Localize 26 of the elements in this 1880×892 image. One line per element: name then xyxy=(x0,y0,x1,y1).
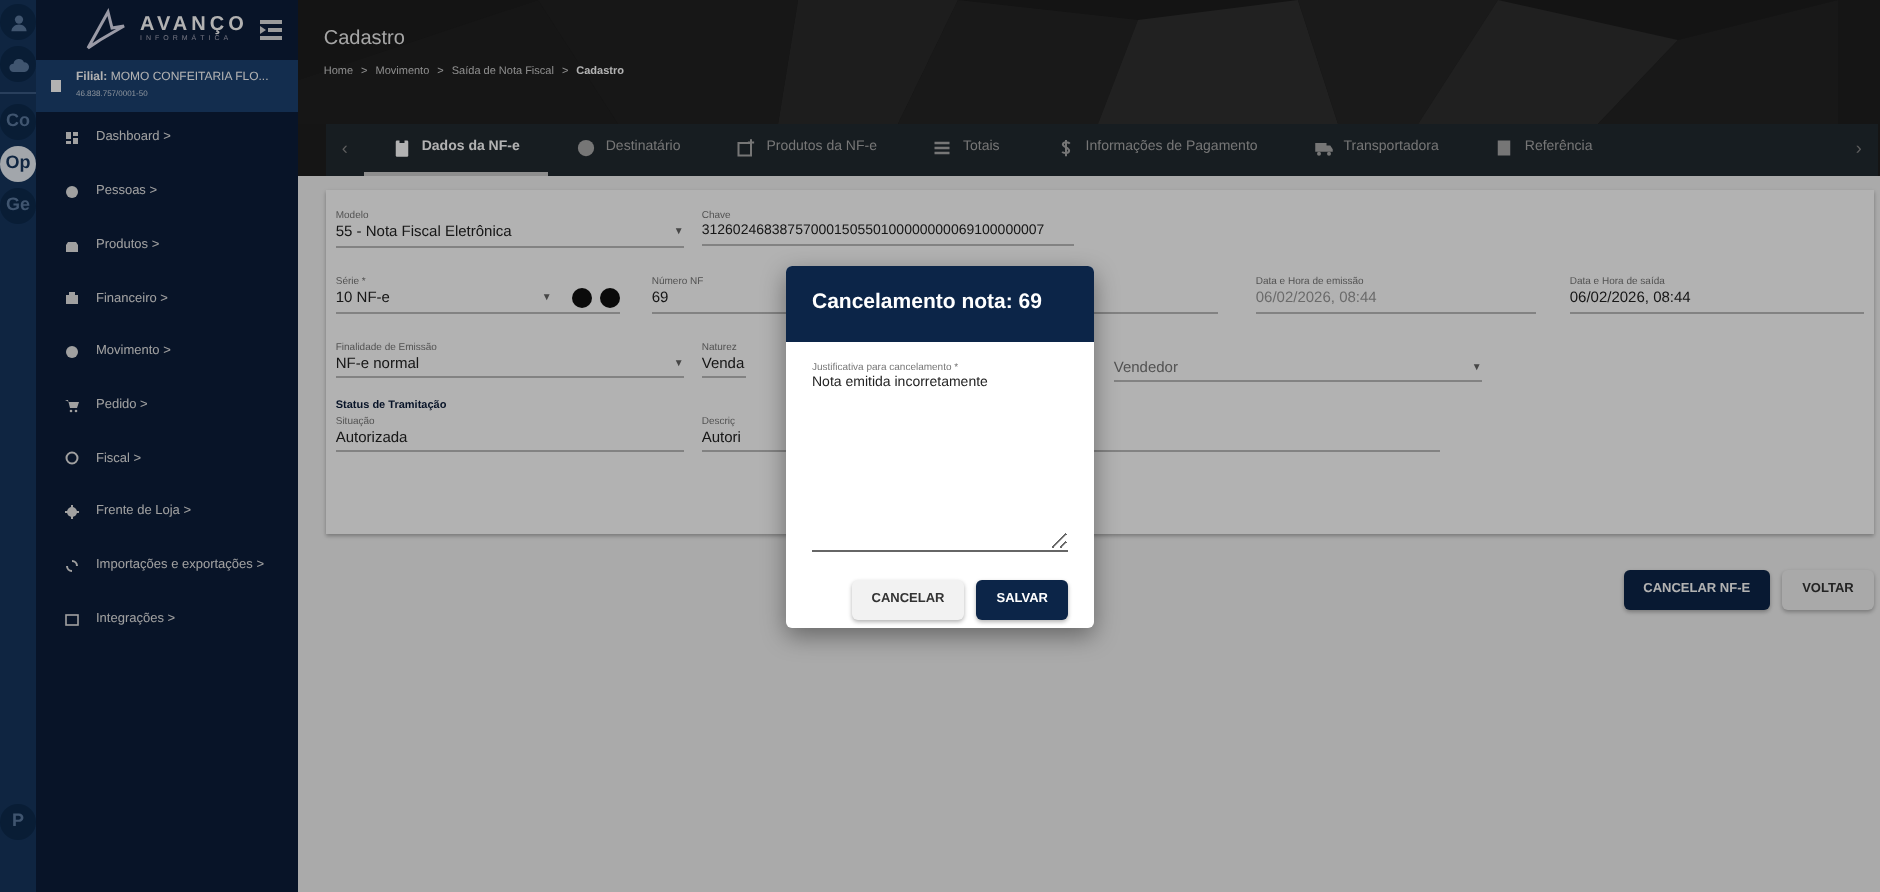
sync-icon xyxy=(64,557,80,574)
circle-icon xyxy=(64,344,80,361)
page-title: Cadastro xyxy=(323,26,407,54)
more-icon[interactable] xyxy=(599,287,620,307)
list-icon xyxy=(932,138,953,158)
dashboard-icon xyxy=(64,130,80,147)
logo-icon xyxy=(84,8,128,52)
cart-icon xyxy=(64,397,80,414)
document-icon xyxy=(1494,138,1515,158)
person-icon xyxy=(575,138,596,158)
menu-toggle-button[interactable] xyxy=(259,20,282,40)
circle-icon xyxy=(64,184,80,201)
box-icon xyxy=(64,237,80,254)
document-icon xyxy=(48,78,64,94)
clipboard-icon xyxy=(391,138,412,158)
search-icon[interactable] xyxy=(571,287,592,307)
module-button[interactable]: Op xyxy=(0,146,36,182)
dialog-title: Cancelamento nota: 69 xyxy=(786,266,1094,342)
truck-icon xyxy=(1313,138,1334,158)
screen-icon xyxy=(64,611,80,628)
add-box-icon xyxy=(736,138,757,158)
gear-icon xyxy=(64,504,80,521)
cloud-icon xyxy=(7,53,29,75)
ring-icon xyxy=(64,450,80,467)
briefcase-icon xyxy=(64,290,80,307)
user-icon xyxy=(7,11,29,33)
